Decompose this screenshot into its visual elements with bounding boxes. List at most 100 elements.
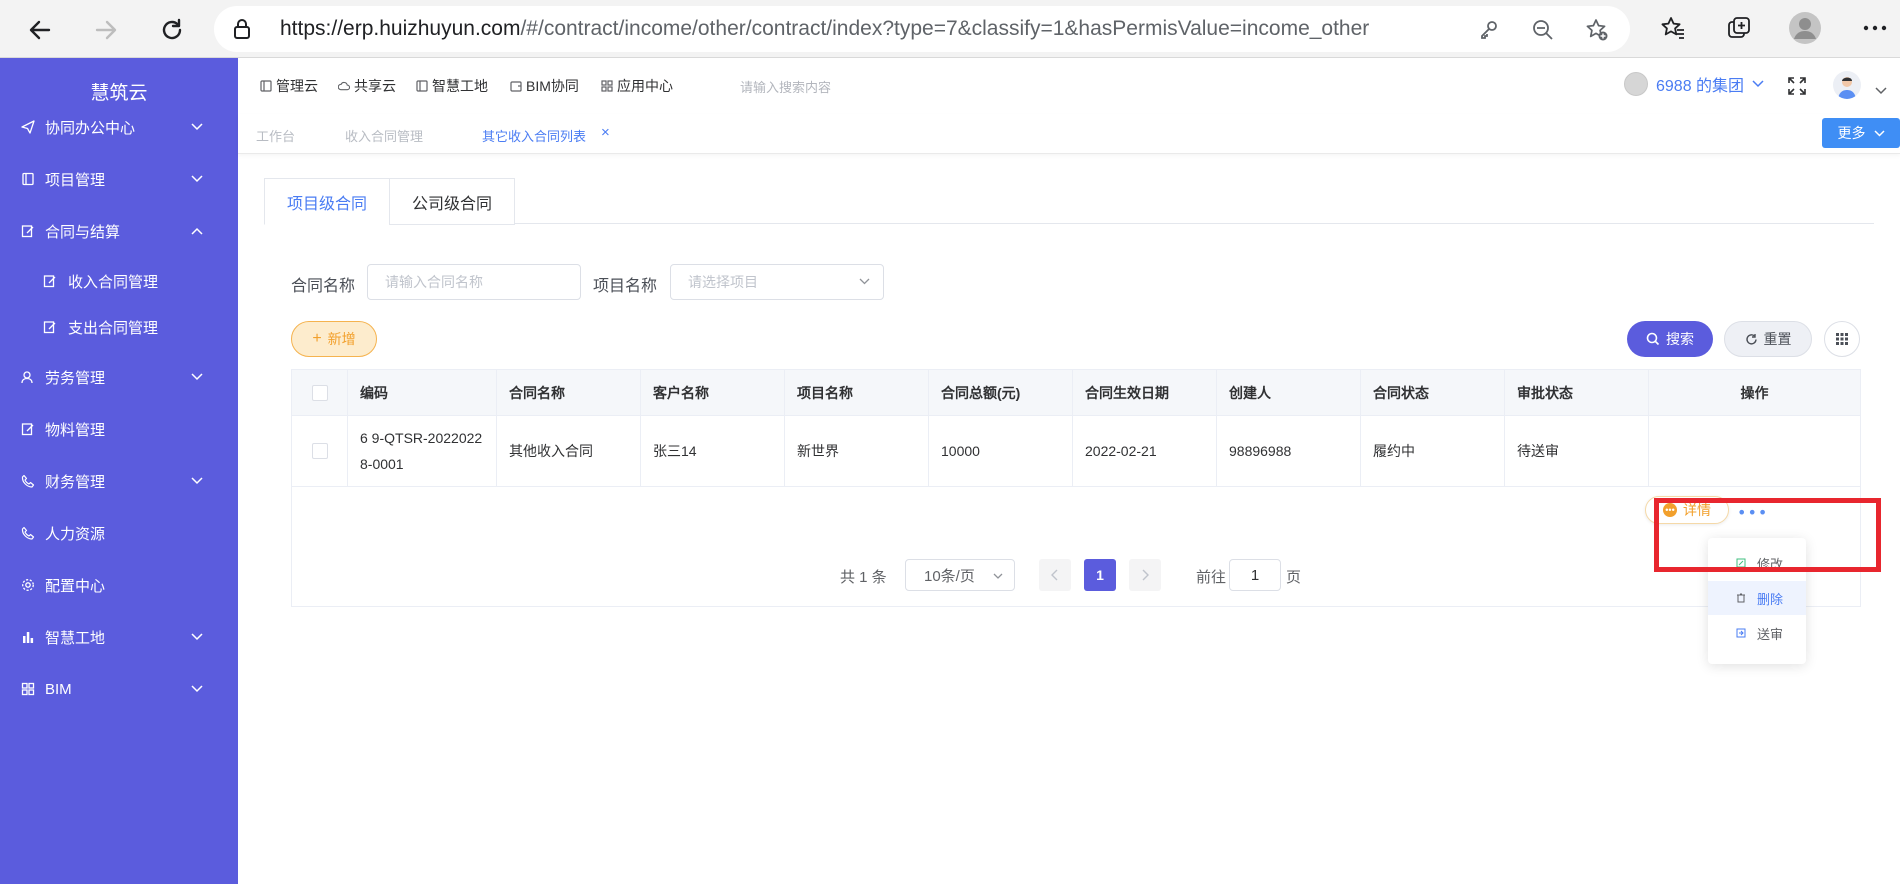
sidebar-item-1[interactable]: 项目管理 xyxy=(0,154,238,204)
tab-close-icon[interactable]: × xyxy=(601,124,610,141)
browser-toolbar: https://erp.huizhuyun.com/#/contract/inc… xyxy=(0,0,1900,58)
add-button[interactable]: + 新增 xyxy=(291,321,377,357)
tab-workbench[interactable]: 工作台 xyxy=(256,126,295,145)
address-bar[interactable]: https://erp.huizhuyun.com/#/contract/inc… xyxy=(214,6,1630,52)
top-navbar: 管理云 共享云 智慧工地 BIM协同 应用中心 请输入搜索内容 6988 的集团 xyxy=(238,58,1900,114)
sidebar-item-6[interactable]: 物料管理 xyxy=(0,404,238,454)
search-button[interactable]: 搜索 xyxy=(1627,321,1713,357)
sidebar-item-label: 配置中心 xyxy=(45,577,106,595)
sidebar-item-8[interactable]: 人力资源 xyxy=(0,508,238,558)
group-selector[interactable]: 6988 的集团 xyxy=(1624,72,1764,96)
global-search-input[interactable]: 请输入搜索内容 xyxy=(740,77,831,96)
edit-icon xyxy=(20,421,36,437)
top-link-app-center[interactable]: 应用中心 xyxy=(601,76,673,96)
edit-icon xyxy=(20,223,36,239)
forward-button[interactable] xyxy=(86,10,126,50)
next-page-button[interactable] xyxy=(1129,559,1161,591)
url-path: /#/contract/income/other/contract/index?… xyxy=(520,17,1370,40)
sidebar-item-10[interactable]: 智慧工地 xyxy=(0,612,238,662)
cell-code-line2: 8-0001 xyxy=(360,456,404,472)
header-select-cell xyxy=(292,370,348,416)
chevron-down-icon[interactable] xyxy=(190,474,204,488)
top-link-label: 管理云 xyxy=(276,78,318,94)
bar-chart-icon xyxy=(20,629,36,645)
top-link-smart-site[interactable]: 智慧工地 xyxy=(416,76,488,96)
back-button[interactable] xyxy=(20,10,60,50)
reload-button[interactable] xyxy=(152,10,192,50)
chevron-down-icon[interactable] xyxy=(1875,80,1887,99)
sidebar-item-2[interactable]: 合同与结算 xyxy=(0,206,238,256)
dropdown-item-delete[interactable]: 删除 xyxy=(1708,581,1806,615)
chevron-down-icon[interactable] xyxy=(190,682,204,696)
row-checkbox[interactable] xyxy=(311,443,328,459)
profile-avatar[interactable] xyxy=(1788,11,1822,45)
reset-label: 重置 xyxy=(1763,331,1792,347)
chevron-down-icon[interactable] xyxy=(190,370,204,384)
menu-ellipsis-icon[interactable] xyxy=(1858,11,1892,45)
sidebar-item-7[interactable]: 财务管理 xyxy=(0,456,238,506)
cell-contract-status: 履约中 xyxy=(1361,416,1505,487)
page-size-select[interactable]: 10条/页 xyxy=(905,559,1015,591)
search-icon xyxy=(1646,332,1660,346)
brand-title: 慧筑云 xyxy=(90,83,148,104)
sidebar-item-4[interactable]: 支出合同管理 xyxy=(0,302,238,352)
column-settings-button[interactable] xyxy=(1824,321,1860,357)
prev-page-button[interactable] xyxy=(1039,559,1071,591)
tab-project-level[interactable]: 项目级合同 xyxy=(264,178,390,225)
gear-icon xyxy=(20,577,36,593)
add-favorite-icon[interactable] xyxy=(1584,17,1610,43)
tab-income-contract[interactable]: 收入合同管理 xyxy=(345,126,423,145)
grid-icon xyxy=(601,80,613,92)
book-icon xyxy=(260,80,272,92)
arrow-right-icon xyxy=(95,20,117,40)
book-icon xyxy=(20,171,36,187)
collections-icon[interactable] xyxy=(1722,11,1756,45)
sidebar-item-9[interactable]: 配置中心 xyxy=(0,560,238,610)
wallet-icon xyxy=(510,80,522,92)
fullscreen-icon[interactable] xyxy=(1787,76,1807,100)
top-link-bim[interactable]: BIM协同 xyxy=(510,76,579,96)
top-link-shared-cloud[interactable]: 共享云 xyxy=(338,76,396,96)
page-tabs: 工作台 收入合同管理 其它收入合同列表 × xyxy=(238,114,1900,154)
dropdown-item-submit[interactable]: 送审 xyxy=(1708,616,1806,650)
top-link-label: BIM协同 xyxy=(526,78,579,94)
sidebar-item-3[interactable]: 收入合同管理 xyxy=(0,256,238,306)
tab-other-income-list[interactable]: 其它收入合同列表 xyxy=(482,126,586,145)
phone-icon xyxy=(20,525,36,541)
chevron-up-icon[interactable] xyxy=(190,224,204,238)
edit-icon xyxy=(42,273,58,289)
sidebar-item-5[interactable]: 劳务管理 xyxy=(0,352,238,402)
pager-total: 共 1 条 xyxy=(840,569,887,586)
edit-icon xyxy=(42,319,58,335)
lock-icon[interactable] xyxy=(232,18,252,44)
send-icon xyxy=(1736,628,1746,638)
cell-effective-date: 2022-02-21 xyxy=(1073,416,1217,487)
more-label: 更多 xyxy=(1837,125,1866,141)
project-select[interactable]: 请选择项目 xyxy=(670,264,884,300)
user-avatar[interactable] xyxy=(1833,71,1861,99)
dropdown-item-label: 送审 xyxy=(1757,626,1784,642)
reset-button[interactable]: 重置 xyxy=(1724,321,1812,357)
chevron-down-icon[interactable] xyxy=(190,630,204,644)
current-page-button[interactable]: 1 xyxy=(1084,559,1116,591)
group-avatar xyxy=(1624,72,1648,96)
zoom-out-icon[interactable] xyxy=(1530,17,1556,43)
sidebar-item-11[interactable]: BIM xyxy=(0,664,238,714)
select-all-checkbox[interactable] xyxy=(311,384,328,401)
goto-page-input[interactable]: 1 xyxy=(1229,559,1281,591)
send-icon xyxy=(20,119,36,135)
key-icon[interactable] xyxy=(1476,17,1502,43)
contract-name-input[interactable]: 请输入合同名称 xyxy=(367,264,581,300)
cell-code: 6 9-QTSR-2022022 8-0001 xyxy=(348,416,497,487)
sidebar-item-0[interactable]: 协同办公中心 xyxy=(0,102,238,152)
sidebar-item-label: 协同办公中心 xyxy=(45,119,136,137)
chevron-down-icon[interactable] xyxy=(190,120,204,134)
book-icon xyxy=(416,80,428,92)
more-button[interactable]: 更多 xyxy=(1822,118,1900,148)
tab-company-level[interactable]: 公司级合同 xyxy=(389,178,515,225)
chevron-down-icon[interactable] xyxy=(190,172,204,186)
top-link-management-cloud[interactable]: 管理云 xyxy=(260,76,318,96)
contract-name-label: 合同名称 xyxy=(291,278,356,295)
url-text[interactable]: https://erp.huizhuyun.com/#/contract/inc… xyxy=(280,17,1369,41)
favorites-icon[interactable] xyxy=(1656,11,1690,45)
